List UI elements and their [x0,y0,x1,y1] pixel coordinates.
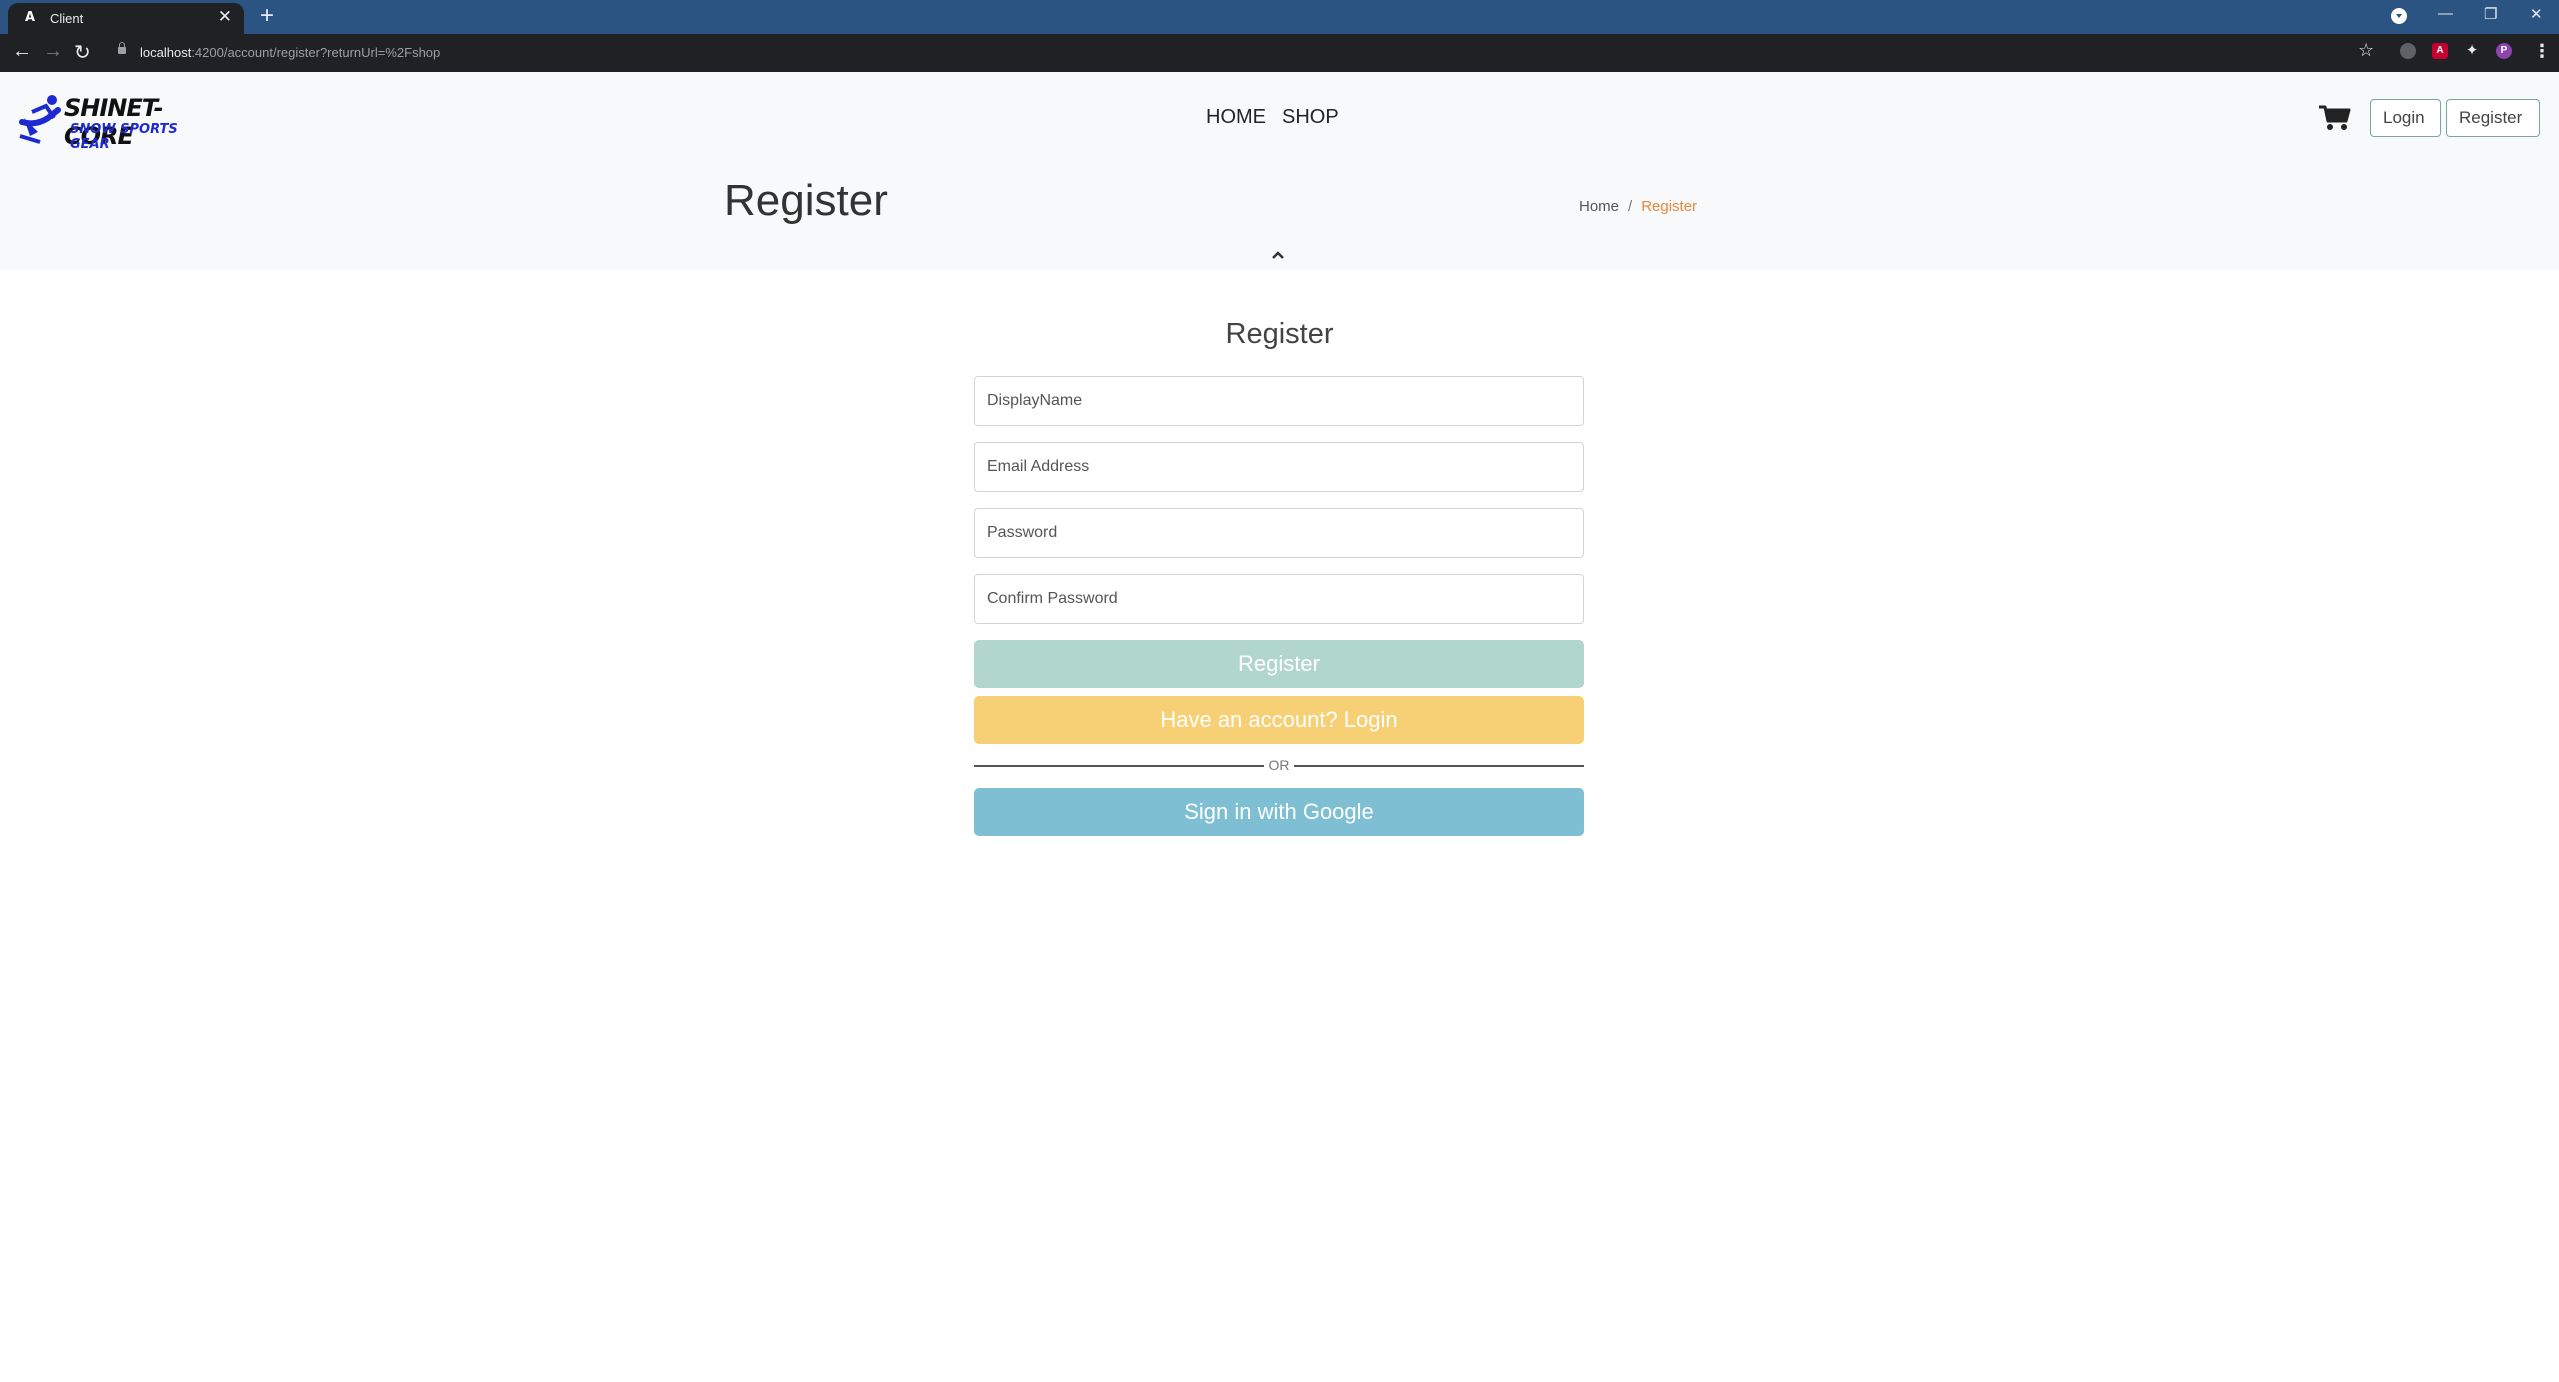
site-header: SHINET-CORE SNOW SPORTS GEAR HOME SHOP Lo… [0,72,2559,270]
breadcrumb-current: Register [1641,198,1698,215]
chevron-up-icon[interactable] [1271,248,1285,262]
browser-menu-icon[interactable]: ⋮ [2533,41,2551,62]
breadcrumb: Home / Register [1579,198,1697,215]
shopping-cart-icon[interactable] [2319,105,2351,131]
new-tab-icon[interactable]: + [260,2,274,30]
header-register-button[interactable]: Register [2446,99,2540,137]
browser-toolbar: ← → ↻ localhost:4200/account/register?re… [0,34,2559,72]
tab-search-icon[interactable] [2391,8,2407,24]
breadcrumb-separator: / [1628,198,1633,215]
divider-line-right [1294,765,1584,767]
angular-favicon-icon: A [24,10,36,25]
window-close-icon[interactable]: ✕ [2530,5,2543,23]
email-input[interactable] [974,442,1584,492]
snowboarder-logo-icon [19,95,61,144]
breadcrumb-home-link[interactable]: Home [1579,198,1619,215]
nav-home-link[interactable]: HOME [1206,106,1266,129]
back-icon[interactable]: ← [12,40,32,63]
angular-devtools-icon[interactable]: A [2432,43,2448,59]
have-account-login-button[interactable]: Have an account? Login [974,696,1584,744]
password-input[interactable] [974,508,1584,558]
page-title: Register [724,176,888,225]
google-signin-button[interactable]: Sign in with Google [974,788,1584,836]
site-logo[interactable]: SHINET-CORE SNOW SPORTS GEAR [18,92,190,152]
main-nav: HOME SHOP [1206,106,1355,129]
tab-title: Client [50,11,84,26]
header-login-button[interactable]: Login [2370,99,2441,137]
lock-icon [118,42,126,54]
extensions-puzzle-icon[interactable]: ✦ [2464,43,2480,59]
forward-icon[interactable]: → [43,40,63,63]
register-submit-button[interactable]: Register [974,640,1584,688]
or-divider: OR [974,755,1584,775]
form-title: Register [1225,318,1334,350]
minimize-icon[interactable]: — [2438,5,2453,22]
bookmark-star-icon[interactable]: ☆ [2358,40,2374,61]
profile-avatar[interactable]: P [2496,43,2512,59]
browser-tab-bar: A Client ✕ + — ❐ ✕ [0,0,2559,34]
url-text: localhost:4200/account/register?returnUr… [140,45,441,60]
extension-icon[interactable] [2400,43,2416,59]
logo-subtitle: SNOW SPORTS GEAR [70,122,178,152]
address-bar[interactable]: localhost:4200/account/register?returnUr… [108,38,2348,68]
nav-shop-link[interactable]: SHOP [1282,106,1339,129]
restore-icon[interactable]: ❐ [2484,5,2497,23]
browser-tab[interactable]: A Client ✕ [8,3,244,34]
confirm-password-input[interactable] [974,574,1584,624]
display-name-input[interactable] [974,376,1584,426]
reload-icon[interactable]: ↻ [74,40,91,65]
tab-close-icon[interactable]: ✕ [218,7,232,27]
